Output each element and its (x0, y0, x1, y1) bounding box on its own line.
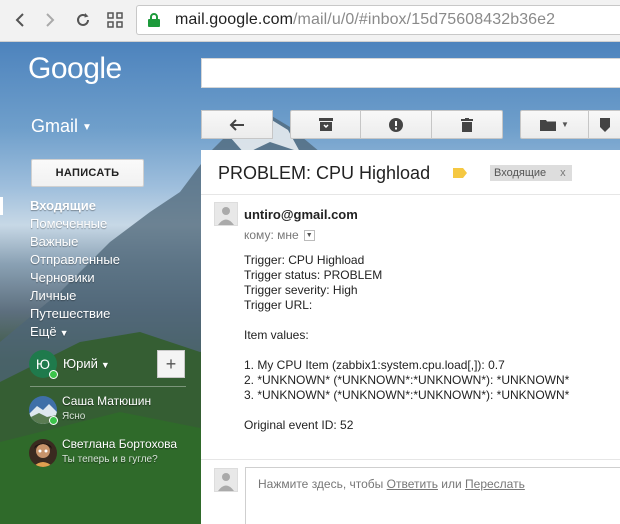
email-view: PROBLEM: CPU Highload Входящие x untiro@… (201, 150, 620, 524)
address-bar[interactable]: mail.google.com/mail/u/0/#inbox/15d75608… (136, 5, 620, 35)
contact-name: Светлана Бортохова (62, 437, 178, 451)
sidebar-item-starred[interactable]: Помеченные (0, 215, 200, 233)
apps-grid-icon[interactable] (103, 8, 127, 32)
chevron-down-icon: ▼ (100, 360, 110, 370)
recipient-line: кому: мне ▼ (244, 228, 315, 242)
chevron-down-icon: ▼ (305, 231, 313, 239)
lock-icon (148, 13, 160, 27)
body-line: Trigger: CPU Highload (244, 253, 365, 267)
labels-button[interactable] (589, 110, 620, 139)
new-conversation-button[interactable]: + (157, 350, 185, 378)
contact-status: Ясно (62, 411, 86, 422)
gmail-app-switcher[interactable]: Gmail ▼ (31, 116, 92, 137)
divider (201, 194, 620, 195)
body-line (244, 343, 569, 358)
divider (30, 386, 186, 387)
body-line (244, 313, 569, 328)
body-line: 3. *UNKNOWN* (*UNKNOWN*:*UNKNOWN*): *UNK… (244, 388, 570, 402)
search-input[interactable] (201, 58, 620, 88)
sender-email[interactable]: untiro@gmail.com (244, 207, 358, 222)
show-details-button[interactable]: ▼ (303, 229, 315, 241)
plus-icon: + (165, 353, 177, 374)
label-tag-icon[interactable] (453, 168, 467, 178)
forward-link[interactable]: Переслать (465, 477, 525, 491)
online-status-icon (49, 370, 58, 379)
google-logo[interactable]: Google (28, 52, 122, 86)
reply-prompt: Нажмите здесь, чтобы Ответить или Пересл… (258, 477, 525, 491)
trash-icon (461, 117, 473, 132)
browser-toolbar: mail.google.com/mail/u/0/#inbox/15d75608… (0, 0, 620, 42)
my-avatar (214, 468, 238, 492)
contact-avatar (29, 439, 57, 467)
email-subject: PROBLEM: CPU Highload (218, 163, 431, 183)
move-to-button[interactable]: ▼ (520, 110, 589, 139)
chevron-down-icon: ▼ (59, 328, 69, 338)
reply-link[interactable]: Ответить (387, 477, 438, 491)
body-line: Trigger status: PROBLEM (244, 268, 383, 282)
sidebar-item-important[interactable]: Важные (0, 233, 200, 251)
delete-button[interactable] (432, 110, 503, 139)
back-icon[interactable] (8, 8, 32, 32)
contact-status: Ты теперь и в гугле? (62, 454, 158, 465)
forward-icon[interactable] (38, 8, 62, 32)
more-label: Ещё (30, 324, 57, 339)
arrow-left-icon (229, 118, 244, 131)
sidebar-item-inbox[interactable]: Входящие (0, 197, 200, 215)
user-name: Юрий ▼ (63, 356, 110, 371)
sidebar-nav: Входящие Помеченные Важные Отправленные … (0, 197, 200, 341)
sidebar-item-sent[interactable]: Отправленные (0, 251, 200, 269)
spam-icon (389, 117, 403, 132)
contact-name: Саша Матюшин (62, 394, 152, 408)
body-line: 1. My CPU Item (zabbix1:system.cpu.load[… (244, 358, 505, 372)
body-line: Trigger severity: High (244, 283, 358, 297)
body-line: Original event ID: 52 (244, 418, 354, 432)
body-line: 2. *UNKNOWN* (*UNKNOWN*:*UNKNOWN*): *UNK… (244, 373, 570, 387)
report-spam-button[interactable] (361, 110, 432, 139)
sidebar-item-drafts[interactable]: Черновики (0, 269, 200, 287)
sidebar-item-travel[interactable]: Путешествие (0, 305, 200, 323)
chevron-down-icon: ▼ (82, 121, 92, 133)
email-body: Trigger: CPU Highload Trigger status: PR… (244, 253, 569, 433)
inbox-chip-label: Входящие (494, 167, 547, 179)
gmail-label: Gmail (31, 116, 79, 136)
recipient-label: кому: мне (244, 228, 299, 242)
url-text: mail.google.com/mail/u/0/#inbox/15d75608… (175, 11, 556, 28)
archive-icon (318, 118, 333, 131)
sidebar-item-more[interactable]: Ещё ▼ (0, 323, 200, 341)
reply-box[interactable] (245, 467, 620, 524)
contact-item[interactable]: Светлана Бортохова Ты теперь и в гугле? (29, 437, 199, 471)
body-line (244, 403, 569, 418)
back-to-inbox-button[interactable] (201, 110, 273, 139)
body-line: Trigger URL: (244, 298, 313, 312)
sender-avatar (214, 202, 238, 226)
folder-icon (540, 119, 557, 131)
contact-item[interactable]: Саша Матюшин Ясно (29, 394, 199, 428)
remove-label-button[interactable]: x (560, 167, 566, 179)
label-icon (600, 117, 610, 132)
divider (201, 459, 620, 460)
chevron-down-icon: ▼ (561, 120, 569, 129)
reload-icon[interactable] (71, 8, 95, 32)
sidebar-item-personal[interactable]: Личные (0, 287, 200, 305)
online-status-icon (49, 416, 58, 425)
reply-prompt-or: или (437, 477, 466, 491)
archive-button[interactable] (290, 110, 361, 139)
inbox-label-chip: Входящие x (490, 165, 572, 181)
body-line: Item values: (244, 328, 309, 342)
user-name-label: Юрий (63, 356, 98, 371)
compose-button[interactable]: НАПИСАТЬ (31, 159, 144, 187)
reply-prompt-text: Нажмите здесь, чтобы (258, 477, 387, 491)
